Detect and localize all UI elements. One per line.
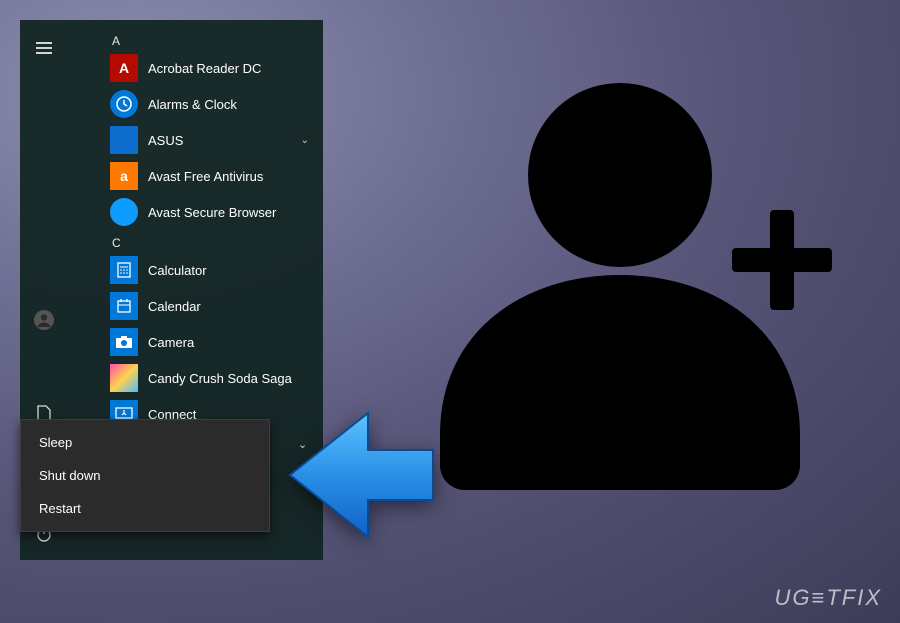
watermark-text: TFIX — [826, 585, 882, 610]
add-user-silhouette — [420, 60, 850, 490]
chevron-down-icon: ⌄ — [298, 438, 307, 451]
app-label: Alarms & Clock — [148, 97, 237, 112]
app-camera[interactable]: Camera — [68, 324, 323, 360]
app-label: Avast Free Antivirus — [148, 169, 263, 184]
app-label: Camera — [148, 335, 194, 350]
section-header[interactable]: A — [68, 30, 323, 50]
camera-icon — [110, 328, 138, 356]
power-restart[interactable]: Restart — [21, 492, 269, 525]
app-calculator[interactable]: Calculator — [68, 252, 323, 288]
app-alarms-clock[interactable]: Alarms & Clock — [68, 86, 323, 122]
app-candy-crush[interactable]: Candy Crush Soda Saga — [68, 360, 323, 396]
app-asus-folder[interactable]: ASUS ⌄ — [68, 122, 323, 158]
avast-browser-icon — [110, 198, 138, 226]
chevron-down-icon: ⌄ — [301, 135, 309, 146]
power-shutdown[interactable]: Shut down — [21, 459, 269, 492]
clock-icon — [110, 90, 138, 118]
watermark-text: UG — [774, 585, 811, 610]
app-label: Avast Secure Browser — [148, 205, 276, 220]
folder-icon — [110, 126, 138, 154]
candy-crush-icon — [110, 364, 138, 392]
annotation-arrow — [278, 395, 438, 555]
app-avast-browser[interactable]: Avast Secure Browser — [68, 194, 323, 230]
hamburger-icon[interactable] — [20, 28, 68, 68]
app-label: Calculator — [148, 263, 207, 278]
calendar-icon — [110, 292, 138, 320]
avast-icon: a — [110, 162, 138, 190]
app-label: Candy Crush Soda Saga — [148, 371, 292, 386]
app-label: ASUS — [148, 133, 183, 148]
watermark: UG≡TFIX — [774, 585, 882, 611]
acrobat-icon: A — [110, 54, 138, 82]
power-sleep[interactable]: Sleep — [21, 426, 269, 459]
user-account-button[interactable] — [20, 300, 68, 340]
app-label: Calendar — [148, 299, 201, 314]
app-label: Acrobat Reader DC — [148, 61, 261, 76]
power-context-menu: Sleep Shut down Restart — [20, 419, 270, 532]
app-acrobat-reader[interactable]: A Acrobat Reader DC — [68, 50, 323, 86]
calculator-icon — [110, 256, 138, 284]
app-avast-antivirus[interactable]: a Avast Free Antivirus — [68, 158, 323, 194]
section-header[interactable]: C — [68, 230, 323, 252]
app-calendar[interactable]: Calendar — [68, 288, 323, 324]
